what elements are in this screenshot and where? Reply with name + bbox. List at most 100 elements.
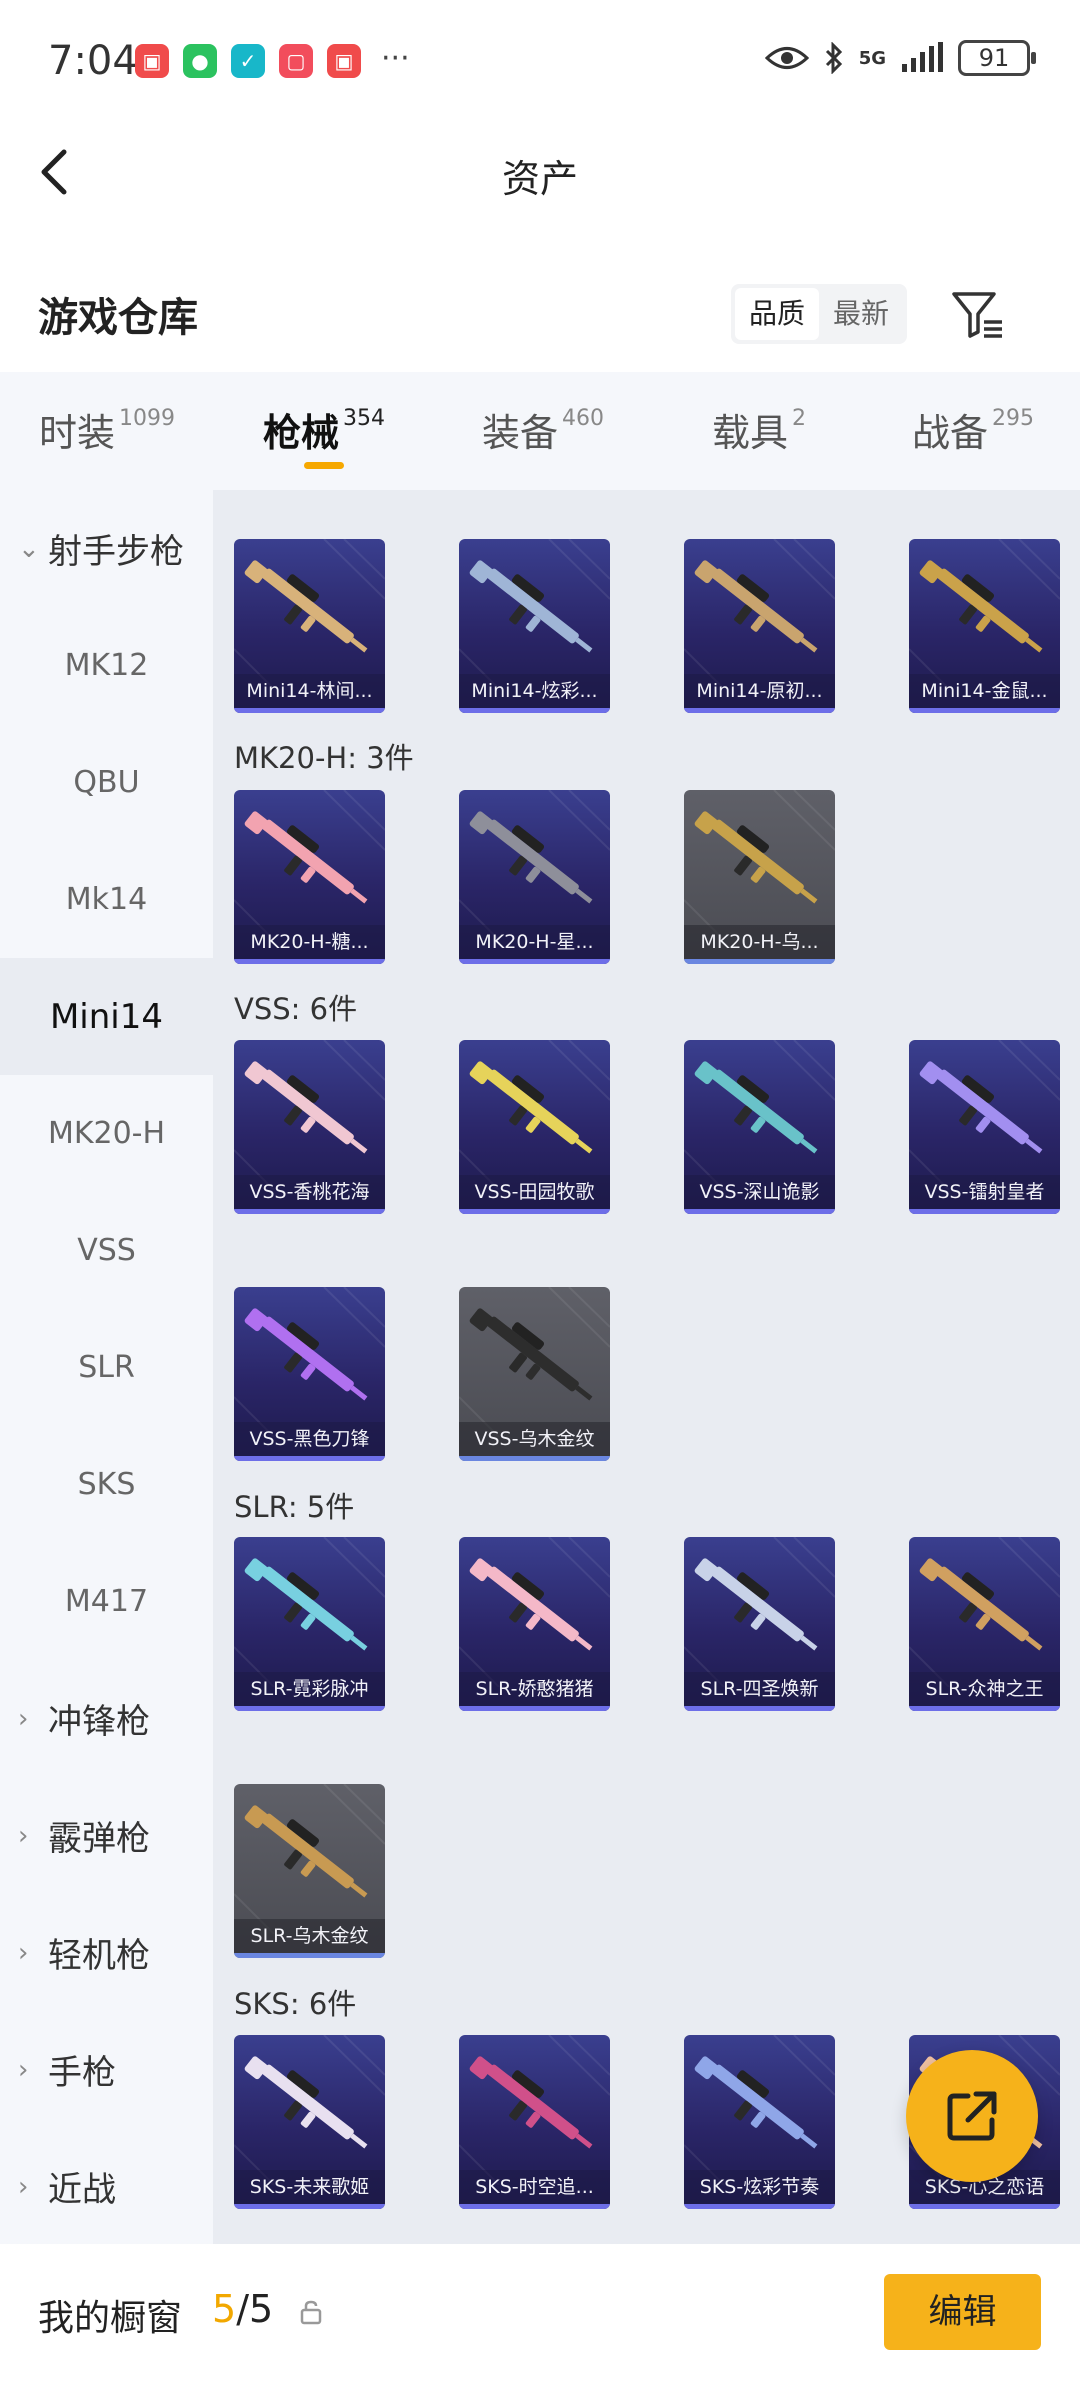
edit-button[interactable]: 编辑 bbox=[884, 2274, 1041, 2350]
sort-by-newest-button[interactable]: 最新 bbox=[819, 288, 903, 340]
tab-vehicles[interactable]: 载具 2 bbox=[652, 372, 866, 490]
external-link-icon bbox=[947, 2091, 997, 2141]
item-card-vss[interactable]: VSS-镭射皇者 bbox=[909, 1040, 1060, 1214]
item-card-quality-bar bbox=[684, 959, 835, 964]
item-card-label: VSS-香桃花海 bbox=[234, 1175, 385, 1209]
sidebar-item-mini14[interactable]: Mini14 bbox=[0, 958, 213, 1075]
item-card-quality-bar bbox=[234, 1456, 385, 1461]
item-card-mini14[interactable]: Mini14-炫彩... bbox=[459, 539, 610, 713]
sidebar-item-qbu[interactable]: QBU bbox=[0, 724, 213, 841]
weapon-image bbox=[469, 2056, 593, 2149]
item-card-quality-bar bbox=[459, 1456, 610, 1461]
chevron-right-icon: › bbox=[18, 1703, 29, 1734]
sidebar-item-label: 霰弹枪 bbox=[48, 1819, 150, 1859]
item-card-label: SLR-娇憨猪猪 bbox=[459, 1672, 610, 1706]
item-card-label: SLR-众神之王 bbox=[909, 1672, 1060, 1706]
chevron-down-icon: ⌄ bbox=[18, 533, 40, 564]
showcase-total: /5 bbox=[236, 2287, 274, 2331]
item-card-sks[interactable]: SKS-未来歌姬 bbox=[234, 2035, 385, 2209]
sidebar-item-mk12[interactable]: MK12 bbox=[0, 607, 213, 724]
sort-toggle: 品质 最新 bbox=[731, 284, 907, 344]
sidebar-item-m417[interactable]: M417 bbox=[0, 1543, 213, 1660]
sidebar-group-lmg[interactable]: › 轻机枪 bbox=[0, 1894, 213, 2011]
filter-icon[interactable] bbox=[950, 286, 1006, 342]
share-button[interactable] bbox=[906, 2050, 1038, 2182]
item-card-mk20h[interactable]: MK20-H-星... bbox=[459, 790, 610, 964]
item-card-quality-bar bbox=[909, 1706, 1060, 1711]
shopping-bag-icon: ▣ bbox=[135, 44, 169, 78]
tab-count: 295 bbox=[992, 406, 1034, 431]
weapon-image bbox=[469, 1061, 593, 1154]
item-card-vss[interactable]: VSS-深山诡影 bbox=[684, 1040, 835, 1214]
showcase-current: 5 bbox=[212, 2287, 237, 2331]
shield-icon: ✓ bbox=[231, 44, 265, 78]
lock-icon bbox=[300, 2300, 322, 2325]
category-tabs: 时装 1099 枪械 354 装备 460 载具 2 战备 295 bbox=[0, 372, 1080, 490]
item-card-slr[interactable]: SLR-霓彩脉冲 bbox=[234, 1537, 385, 1711]
weapon-image bbox=[919, 1061, 1043, 1154]
weapon-image bbox=[694, 560, 818, 653]
chevron-right-icon: › bbox=[18, 2054, 29, 2085]
status-time: 7:04 bbox=[48, 38, 138, 84]
item-card-slr[interactable]: SLR-乌木金纹 bbox=[234, 1784, 385, 1958]
sidebar-group-shotgun[interactable]: › 霰弹枪 bbox=[0, 1777, 213, 1894]
item-card-mini14[interactable]: Mini14-金鼠... bbox=[909, 539, 1060, 713]
sidebar-item-slr[interactable]: SLR bbox=[0, 1309, 213, 1426]
sidebar-group-melee[interactable]: › 近战 bbox=[0, 2128, 213, 2245]
weapon-image bbox=[244, 2056, 368, 2149]
item-card-mk20h[interactable]: MK20-H-糖... bbox=[234, 790, 385, 964]
showcase-label: 我的橱窗 bbox=[38, 2298, 183, 2339]
item-card-quality-bar bbox=[459, 1706, 610, 1711]
item-card-quality-bar bbox=[684, 1706, 835, 1711]
sidebar-group-pistol[interactable]: › 手枪 bbox=[0, 2011, 213, 2128]
shopping-bag-icon: ▣ bbox=[327, 44, 361, 78]
tab-supplies[interactable]: 战备 295 bbox=[866, 372, 1080, 490]
sidebar-item-vss[interactable]: VSS bbox=[0, 1192, 213, 1309]
sidebar-item-mk20h[interactable]: MK20-H bbox=[0, 1075, 213, 1192]
tab-count: 354 bbox=[343, 406, 385, 431]
item-card-label: VSS-黑色刀锋 bbox=[234, 1422, 385, 1456]
item-card-quality-bar bbox=[909, 708, 1060, 713]
item-card-slr[interactable]: SLR-娇憨猪猪 bbox=[459, 1537, 610, 1711]
item-card-vss[interactable]: VSS-香桃花海 bbox=[234, 1040, 385, 1214]
tab-fashion[interactable]: 时装 1099 bbox=[0, 372, 214, 490]
item-card-quality-bar bbox=[459, 959, 610, 964]
item-card-quality-bar bbox=[459, 1209, 610, 1214]
chevron-right-icon: › bbox=[18, 1820, 29, 1851]
battery-indicator: 91 bbox=[958, 40, 1036, 76]
weapon-image bbox=[244, 1558, 368, 1651]
tab-firearms[interactable]: 枪械 354 bbox=[214, 372, 434, 490]
group-heading-slr: SLR: 5件 bbox=[234, 1490, 355, 1524]
item-card-sks[interactable]: SKS-时空追... bbox=[459, 2035, 610, 2209]
sidebar-group-marksman-rifles[interactable]: ⌄ 射手步枪 bbox=[0, 490, 213, 607]
group-heading-vss: VSS: 6件 bbox=[234, 992, 358, 1026]
item-card-quality-bar bbox=[234, 1706, 385, 1711]
item-card-vss[interactable]: VSS-黑色刀锋 bbox=[234, 1287, 385, 1461]
tab-equipment[interactable]: 装备 460 bbox=[434, 372, 652, 490]
item-card-quality-bar bbox=[234, 2204, 385, 2209]
app-icon: ▢ bbox=[279, 44, 313, 78]
item-card-mini14[interactable]: Mini14-原初... bbox=[684, 539, 835, 713]
weapon-image bbox=[694, 811, 818, 904]
wechat-icon: ● bbox=[183, 44, 217, 78]
item-card-quality-bar bbox=[459, 708, 610, 713]
item-card-slr[interactable]: SLR-众神之王 bbox=[909, 1537, 1060, 1711]
weapon-image bbox=[244, 811, 368, 904]
item-card-mk20h[interactable]: MK20-H-乌... bbox=[684, 790, 835, 964]
weapon-image bbox=[469, 1558, 593, 1651]
item-card-label: SLR-乌木金纹 bbox=[234, 1919, 385, 1953]
item-card-sks[interactable]: SKS-炫彩节奏 bbox=[684, 2035, 835, 2209]
item-card-vss[interactable]: VSS-乌木金纹 bbox=[459, 1287, 610, 1461]
item-card-slr[interactable]: SLR-四圣焕新 bbox=[684, 1537, 835, 1711]
sidebar-item-label: 近战 bbox=[48, 2170, 116, 2210]
top-nav: 资产 bbox=[0, 120, 1080, 230]
item-card-vss[interactable]: VSS-田园牧歌 bbox=[459, 1040, 610, 1214]
item-card-label: SKS-未来歌姬 bbox=[234, 2170, 385, 2204]
item-card-mini14[interactable]: Mini14-林间... bbox=[234, 539, 385, 713]
notification-icons: ▣ ● ✓ ▢ ▣ ··· bbox=[135, 44, 410, 78]
sort-by-quality-button[interactable]: 品质 bbox=[735, 288, 819, 340]
sidebar-item-mk14[interactable]: Mk14 bbox=[0, 841, 213, 958]
item-card-quality-bar bbox=[234, 708, 385, 713]
sidebar-group-smg[interactable]: › 冲锋枪 bbox=[0, 1660, 213, 1777]
sidebar-item-sks[interactable]: SKS bbox=[0, 1426, 213, 1543]
